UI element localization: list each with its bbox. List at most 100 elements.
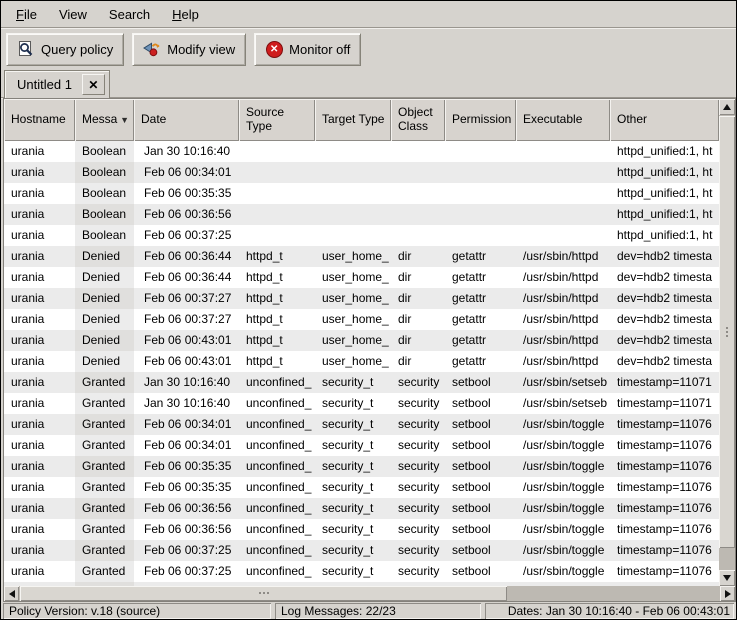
table-cell: setbool xyxy=(445,561,516,582)
column-header-label: Source Type xyxy=(246,106,313,134)
table-row[interactable]: uraniaDeniedFeb 06 00:37:27httpd_tuser_h… xyxy=(4,288,719,309)
table-cell xyxy=(239,225,315,246)
table-cell xyxy=(445,204,516,225)
table-row[interactable]: uraniaDeniedFeb 06 00:36:44httpd_tuser_h… xyxy=(4,267,719,288)
table-cell: Boolean xyxy=(75,162,134,183)
table-cell: Feb 06 00:34:01 xyxy=(134,162,239,183)
sort-descending-icon: ▼ xyxy=(120,115,129,125)
table-cell xyxy=(315,162,391,183)
table-cell: timestamp=11071 xyxy=(610,372,719,393)
column-header-hostname[interactable]: Hostname xyxy=(4,99,75,141)
horizontal-scrollbar-thumb[interactable] xyxy=(20,586,507,601)
table-cell: setbool xyxy=(445,477,516,498)
table-cell: Feb 06 00:34:01 xyxy=(134,435,239,456)
table-row[interactable]: uraniaGrantedFeb 06 00:36:56unconfined_s… xyxy=(4,519,719,540)
scroll-left-button[interactable] xyxy=(4,586,19,601)
table-cell: /usr/sbin/toggle xyxy=(516,435,610,456)
table-cell: timestamp=11076 xyxy=(610,519,719,540)
modify-view-button[interactable]: Modify view xyxy=(132,33,246,66)
table-cell: Denied xyxy=(75,330,134,351)
table-cell: dir xyxy=(391,288,445,309)
table-cell: urania xyxy=(4,330,75,351)
table-cell: security xyxy=(391,477,445,498)
table-cell: /usr/sbin/toggle xyxy=(516,540,610,561)
menu-view-label: View xyxy=(59,7,87,22)
table-cell: dev=hdb2 timesta xyxy=(610,246,719,267)
column-header-messa[interactable]: Messa▼ xyxy=(75,99,134,141)
table-row[interactable]: uraniaGrantedFeb 06 00:37:25unconfined_s… xyxy=(4,561,719,582)
table-cell: httpd_unified:1, ht xyxy=(610,204,719,225)
tab-untitled-1[interactable]: Untitled 1 ✕ xyxy=(4,70,110,98)
column-header-source-type[interactable]: Source Type xyxy=(239,99,315,141)
table-cell: Feb 06 00:36:44 xyxy=(134,267,239,288)
table-cell: urania xyxy=(4,519,75,540)
scrollbar-grip-icon xyxy=(259,592,261,594)
table-row[interactable]: uraniaGrantedFeb 06 00:37:25unconfined_s… xyxy=(4,540,719,561)
column-header-date[interactable]: Date xyxy=(134,99,239,141)
menu-file[interactable]: File xyxy=(5,3,48,26)
vertical-scrollbar-thumb[interactable] xyxy=(719,116,735,548)
table-cell xyxy=(445,183,516,204)
monitor-off-button[interactable]: ✕ Monitor off xyxy=(254,33,361,66)
table-cell: Jan 30 10:16:40 xyxy=(134,393,239,414)
table-cell: user_home_ xyxy=(315,288,391,309)
table-cell: security_t xyxy=(315,498,391,519)
table-row[interactable]: uraniaDeniedFeb 06 00:37:27httpd_tuser_h… xyxy=(4,309,719,330)
table-cell: /usr/sbin/httpd xyxy=(516,330,610,351)
table-cell xyxy=(445,141,516,162)
scroll-up-button[interactable] xyxy=(719,99,735,115)
monitor-off-label: Monitor off xyxy=(289,42,350,57)
table-row[interactable]: uraniaBooleanJan 30 10:16:40httpd_unifie… xyxy=(4,141,719,162)
table-row[interactable]: uraniaBooleanFeb 06 00:35:35httpd_unifie… xyxy=(4,183,719,204)
scroll-down-icon xyxy=(723,575,731,581)
vertical-scrollbar[interactable] xyxy=(719,99,735,586)
horizontal-scrollbar[interactable] xyxy=(4,586,735,601)
table-row[interactable]: uraniaBooleanFeb 06 00:36:56httpd_unifie… xyxy=(4,204,719,225)
table-cell: security_t xyxy=(315,540,391,561)
table-row[interactable]: uraniaDeniedFeb 06 00:43:01httpd_tuser_h… xyxy=(4,330,719,351)
table-cell: unconfined_ xyxy=(239,372,315,393)
table-row[interactable]: uraniaGrantedFeb 06 00:35:35unconfined_s… xyxy=(4,456,719,477)
table-cell: getattr xyxy=(445,309,516,330)
tab-close-button[interactable]: ✕ xyxy=(82,74,105,95)
table-cell xyxy=(391,225,445,246)
menu-help[interactable]: Help xyxy=(161,3,210,26)
table-cell: setbool xyxy=(445,456,516,477)
menu-view[interactable]: View xyxy=(48,3,98,26)
table-row[interactable]: uraniaGrantedFeb 06 00:34:01unconfined_s… xyxy=(4,435,719,456)
table-cell: urania xyxy=(4,309,75,330)
table-cell xyxy=(239,204,315,225)
table-cell: Feb 06 00:37:25 xyxy=(134,561,239,582)
table-row[interactable]: uraniaGrantedJan 30 10:16:40unconfined_s… xyxy=(4,372,719,393)
scroll-right-button[interactable] xyxy=(720,586,735,601)
table-row[interactable]: uraniaGrantedFeb 06 00:34:01unconfined_s… xyxy=(4,414,719,435)
table-cell: Denied xyxy=(75,288,134,309)
query-policy-button[interactable]: Query policy xyxy=(6,33,124,66)
table-cell: dir xyxy=(391,330,445,351)
table-cell: dir xyxy=(391,267,445,288)
table-row[interactable]: uraniaDeniedFeb 06 00:43:01httpd_tuser_h… xyxy=(4,351,719,372)
table-cell xyxy=(516,183,610,204)
column-header-object-class[interactable]: Object Class xyxy=(391,99,445,141)
table-row[interactable]: uraniaGrantedFeb 06 00:36:56unconfined_s… xyxy=(4,498,719,519)
table-row[interactable]: uraniaBooleanFeb 06 00:34:01httpd_unifie… xyxy=(4,162,719,183)
table-cell xyxy=(391,183,445,204)
app-window: File View Search Help Query policy xyxy=(0,0,737,620)
table-row[interactable]: uraniaGrantedJan 30 10:16:40unconfined_s… xyxy=(4,393,719,414)
column-header-other[interactable]: Other xyxy=(610,99,719,141)
table-row[interactable]: uraniaDeniedFeb 06 00:36:44httpd_tuser_h… xyxy=(4,246,719,267)
column-header-executable[interactable]: Executable xyxy=(516,99,610,141)
table-cell: timestamp=11076 xyxy=(610,414,719,435)
table-row[interactable]: uraniaGrantedFeb 06 00:35:35unconfined_s… xyxy=(4,477,719,498)
table-cell: unconfined_ xyxy=(239,456,315,477)
menu-help-mnemonic: H xyxy=(172,7,181,22)
monitor-off-x-glyph: ✕ xyxy=(266,41,283,58)
scroll-down-button[interactable] xyxy=(719,570,735,586)
column-header-target-type[interactable]: Target Type xyxy=(315,99,391,141)
table-row[interactable]: uraniaBooleanFeb 06 00:37:25httpd_unifie… xyxy=(4,225,719,246)
table-cell: dev=hdb2 timesta xyxy=(610,330,719,351)
menu-search[interactable]: Search xyxy=(98,3,161,26)
monitor-off-icon: ✕ xyxy=(265,40,283,58)
column-header-permission[interactable]: Permission xyxy=(445,99,516,141)
table-cell: /usr/sbin/httpd xyxy=(516,246,610,267)
